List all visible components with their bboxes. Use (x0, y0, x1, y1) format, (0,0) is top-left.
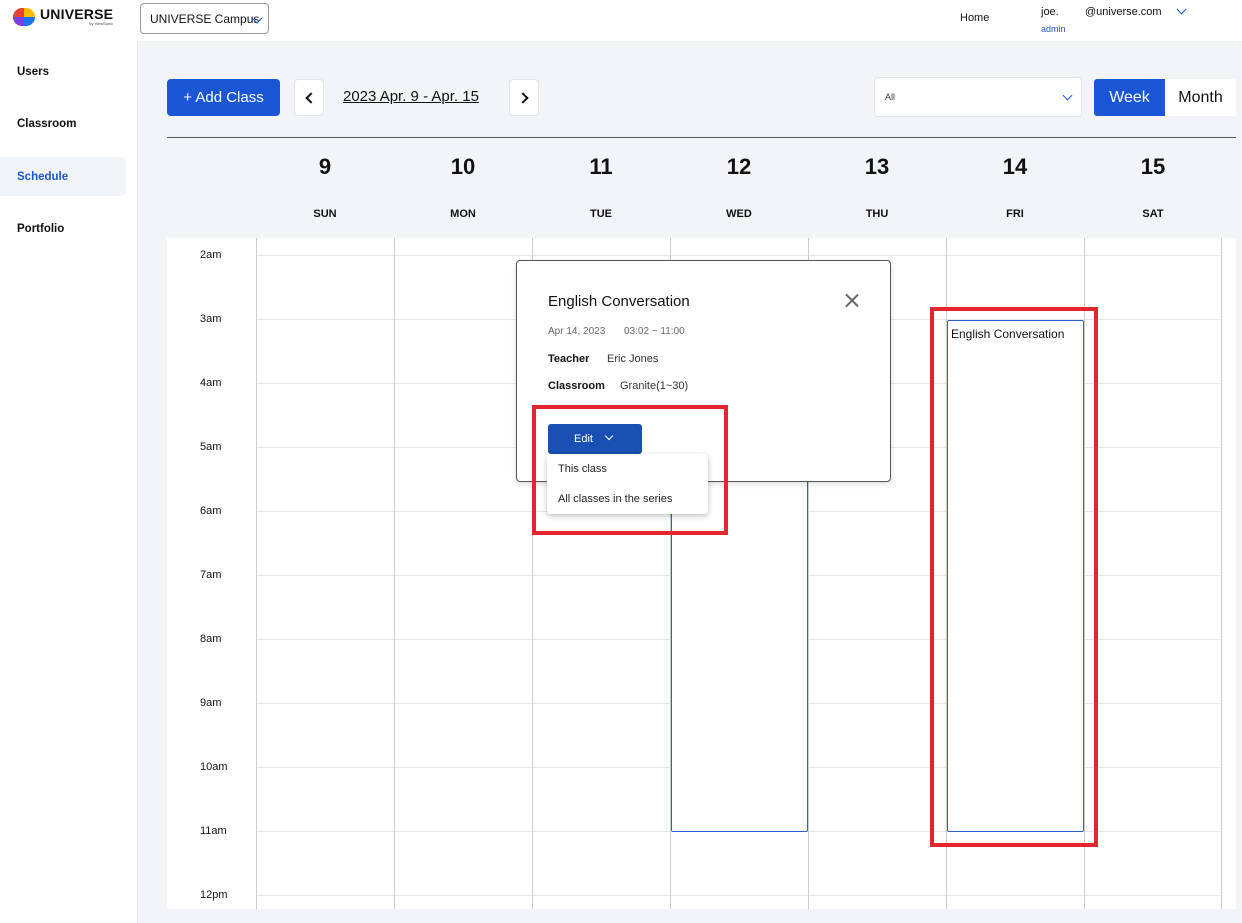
day-name: THU (865, 208, 889, 220)
sidebar-item-label: Users (17, 65, 49, 78)
highlight-box-edit (532, 405, 728, 535)
chevron-right-icon (517, 92, 529, 104)
teacher-label: Teacher (548, 353, 590, 365)
time-label: 12pm (200, 889, 228, 901)
time-label: 3am (200, 313, 222, 325)
sidebar-item-schedule[interactable]: Schedule (0, 157, 126, 196)
month-view-button[interactable]: Month (1165, 79, 1236, 116)
classroom-label: Classroom (548, 380, 605, 392)
header-divider (167, 137, 1236, 138)
day-name: WED (726, 208, 752, 220)
sidebar: Users Classroom Schedule Portfolio (0, 41, 138, 923)
sidebar-item-label: Classroom (17, 117, 77, 130)
day-name: SUN (313, 208, 337, 220)
day-number: 9 (318, 154, 332, 179)
day-number: 13 (864, 154, 890, 179)
time-label: 6am (200, 505, 222, 517)
sidebar-item-portfolio[interactable]: Portfolio (0, 209, 126, 248)
popup-date: Apr 14, 2023 (548, 326, 606, 337)
time-label: 7am (200, 569, 222, 581)
next-week-button[interactable] (509, 79, 539, 116)
brand-name: UNIVERSE (40, 6, 114, 22)
campus-selector-label: UNIVERSE Campus (150, 11, 260, 26)
class-filter-select[interactable]: All (874, 77, 1082, 117)
date-range[interactable]: 2023 Apr. 9 - Apr. 15 (343, 88, 479, 105)
class-filter-value: All (885, 92, 896, 102)
sidebar-item-classroom[interactable]: Classroom (0, 104, 126, 143)
time-label: 2am (200, 249, 222, 261)
sidebar-item-label: Schedule (17, 170, 69, 183)
chevron-down-icon (1062, 90, 1073, 101)
user-role: admin (1041, 24, 1066, 34)
sidebar-item-users[interactable]: Users (0, 52, 126, 91)
universe-logo-icon (13, 7, 35, 26)
campus-selector[interactable]: UNIVERSE Campus (140, 3, 269, 34)
time-label: 11am (200, 825, 227, 837)
user-email[interactable]: @universe.com (1085, 6, 1162, 18)
time-label: 4am (200, 377, 222, 389)
highlight-box-event (930, 307, 1098, 847)
brand-sub: by ViewSonic (89, 21, 114, 26)
time-label: 9am (200, 697, 222, 709)
add-class-button[interactable]: + Add Class (167, 79, 280, 116)
classroom-value: Granite(1~30) (620, 380, 689, 392)
day-name: FRI (1006, 208, 1024, 220)
user-menu-chevron-down-icon[interactable] (1176, 4, 1187, 15)
home-link[interactable]: Home (960, 12, 989, 24)
popup-time: 03:02 ~ 11:00 (624, 326, 685, 337)
prev-week-button[interactable] (294, 79, 324, 116)
day-number: 14 (1002, 154, 1028, 179)
day-number: 11 (589, 154, 613, 179)
week-view-button[interactable]: Week (1094, 79, 1165, 116)
day-number: 15 (1140, 154, 1166, 179)
close-icon[interactable] (842, 291, 862, 311)
sidebar-item-label: Portfolio (17, 222, 65, 235)
teacher-value: Eric Jones (607, 353, 659, 365)
universe-logo[interactable]: UNIVERSE by ViewSonic (13, 7, 113, 26)
user-name[interactable]: joe. (1041, 6, 1059, 18)
day-number: 12 (726, 154, 752, 179)
day-number: 10 (450, 154, 476, 179)
day-name: TUE (590, 208, 612, 220)
popup-title: English Conversation (548, 293, 690, 310)
day-name: SAT (1142, 208, 1164, 220)
day-name: MON (450, 208, 476, 220)
time-label: 8am (200, 633, 222, 645)
chevron-left-icon (305, 92, 317, 104)
time-label: 10am (200, 761, 228, 773)
time-label: 5am (200, 441, 222, 453)
top-bar: UNIVERSE by ViewSonic UNIVERSE Campus Ho… (0, 0, 1242, 41)
